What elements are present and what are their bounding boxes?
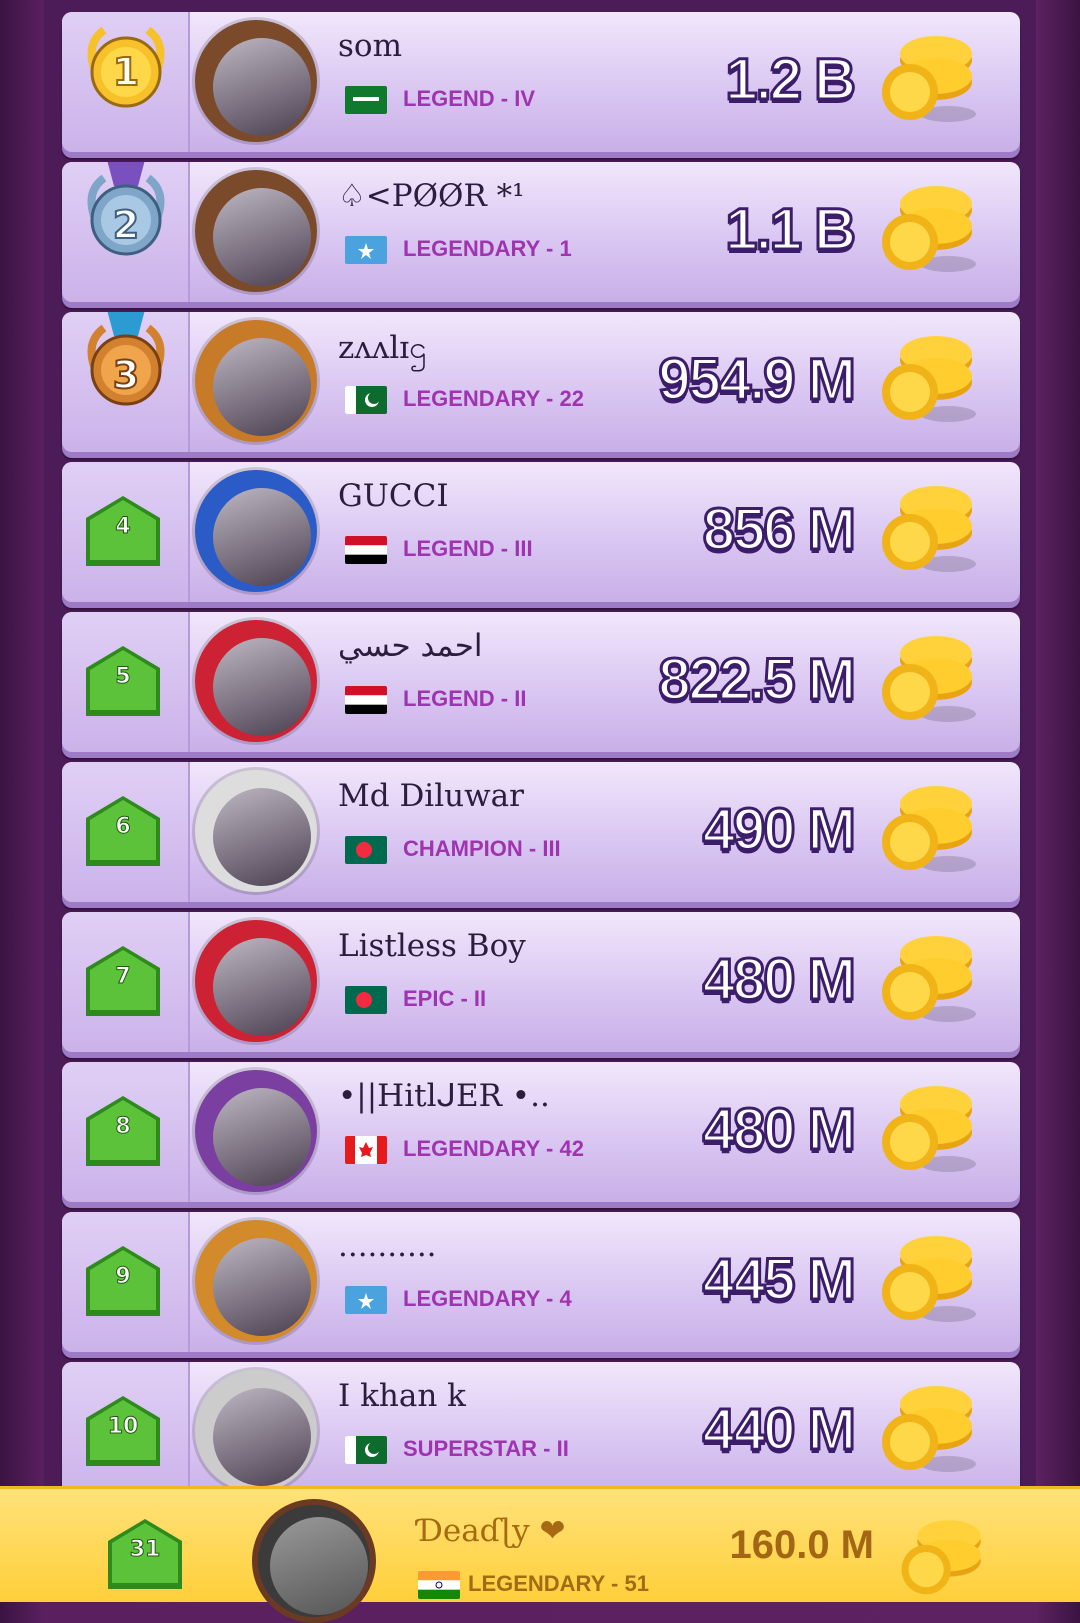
coin-stack-icon [882, 1386, 976, 1472]
flag-icon [345, 1286, 387, 1314]
coin-stack-icon [882, 1236, 976, 1322]
player-name: Md Diluwar [338, 778, 524, 814]
score-value: 1.2 B [724, 46, 858, 114]
player-name: Listless Boy [338, 928, 526, 964]
rank-column: 1 [62, 12, 190, 152]
tier-label: LEGEND - III [403, 536, 533, 561]
player-name: I khan k [338, 1378, 466, 1414]
rank-number: 9 [115, 1264, 131, 1290]
rank-column: 7 [62, 912, 190, 1052]
tier-label: LEGENDARY - 42 [403, 1136, 584, 1161]
rank-number: 4 [115, 514, 131, 540]
coin-stack-icon [882, 336, 976, 422]
my-score: 160.0 M [729, 1523, 874, 1567]
table-row[interactable]: 8 •||HitlᒍER •.. LEGENDARY - 42 480 M [62, 1062, 1020, 1202]
score-value: 954.9 M [657, 346, 858, 414]
avatar[interactable] [195, 320, 317, 442]
rank-column: 9 [62, 1212, 190, 1352]
flag-icon [345, 686, 387, 714]
score-value: 1.1 B [724, 196, 858, 264]
coin-stack-icon [882, 636, 976, 722]
rank-number: 1 [112, 49, 140, 95]
rank-number: 3 [112, 352, 140, 398]
flag-icon [345, 1136, 387, 1164]
rank-column: 10 [62, 1362, 190, 1502]
player-name: .......... [338, 1228, 437, 1264]
avatar[interactable] [195, 1220, 317, 1342]
avatar[interactable] [195, 1070, 317, 1192]
table-row[interactable]: 10 I khan k SUPERSTAR - II 440 M [62, 1362, 1020, 1502]
tier-label: SUPERSTAR - II [403, 1436, 569, 1461]
score-value: 440 M [701, 1396, 857, 1464]
coin-stack-icon [882, 936, 976, 1022]
tier-label: LEGEND - II [403, 686, 527, 711]
my-rank-number: 31 [129, 1537, 161, 1563]
avatar[interactable] [195, 920, 317, 1042]
coin-stack-icon [882, 186, 976, 272]
rank-column: 3 [62, 312, 190, 452]
score-value: 822.5 M [657, 646, 858, 714]
table-row[interactable]: 1 som LEGEND - IV 1.2 B [62, 12, 1020, 152]
tier-label: CHAMPION - III [403, 836, 561, 861]
rank-column: 8 [62, 1062, 190, 1202]
rank-number: 5 [115, 664, 131, 690]
player-name: •||HitlᒍER •.. [338, 1078, 550, 1114]
avatar[interactable] [195, 20, 317, 142]
rank-column: 4 [62, 462, 190, 602]
tier-label: LEGEND - IV [403, 86, 536, 111]
avatar[interactable] [252, 1499, 376, 1623]
table-row[interactable]: 3 zʌʌlɪဌ LEGENDARY - 22 954.9 M [62, 312, 1020, 452]
table-row[interactable]: 5 احمد حسي LEGEND - II 822.5 M [62, 612, 1020, 752]
coin-stack-icon [882, 786, 976, 872]
coin-stack-icon [901, 1520, 981, 1595]
table-row[interactable]: 4 GUCCI LEGEND - III 856 M [62, 462, 1020, 602]
flag-icon [345, 836, 387, 864]
avatar[interactable] [195, 470, 317, 592]
player-name: zʌʌlɪဌ [338, 330, 427, 366]
score-value: 856 M [701, 496, 857, 564]
coin-stack-icon [882, 486, 976, 572]
flag-icon [345, 386, 387, 414]
flag-icon [345, 236, 387, 264]
avatar[interactable] [195, 770, 317, 892]
table-row[interactable]: 2 ♤<PØØR *¹ LEGENDARY - 1 1.1 B [62, 162, 1020, 302]
player-name: som [338, 28, 402, 64]
score-value: 445 M [701, 1246, 857, 1314]
flag-india-icon [418, 1571, 460, 1599]
player-name: احمد حسي [338, 628, 483, 664]
rank-column: 5 [62, 612, 190, 752]
table-row[interactable]: 7 Listless Boy EPIC - II 480 M [62, 912, 1020, 1052]
tier-label: LEGENDARY - 1 [403, 236, 572, 261]
flag-icon [345, 986, 387, 1014]
rank-number: 6 [115, 814, 131, 840]
rank-number: 8 [115, 1114, 131, 1140]
flag-icon [345, 86, 387, 114]
rank-number: 7 [115, 964, 131, 990]
my-tier-label: LEGENDARY - 51 [468, 1571, 649, 1596]
score-value: 480 M [701, 1096, 857, 1164]
my-player-name: Ɗeaɗɭy ❤ [418, 1513, 566, 1549]
my-rank-bar[interactable]: 31 Ɗeaɗɭy ❤ LEGENDARY - 51 160.0 M [0, 1486, 1080, 1623]
avatar[interactable] [195, 170, 317, 292]
rank-column: 6 [62, 762, 190, 902]
score-value: 490 M [701, 796, 857, 864]
coin-stack-icon [882, 36, 976, 122]
coin-stack-icon [882, 1086, 976, 1172]
table-row[interactable]: 9 .......... LEGENDARY - 4 445 M [62, 1212, 1020, 1352]
flag-icon [345, 1436, 387, 1464]
rank-number: 2 [112, 202, 140, 248]
tier-label: LEGENDARY - 22 [403, 386, 584, 411]
rank-column: 2 [62, 162, 190, 302]
rank-number: 10 [107, 1414, 139, 1440]
player-name: ♤<PØØR *¹ [338, 178, 525, 214]
tier-label: LEGENDARY - 4 [403, 1286, 572, 1311]
score-value: 480 M [701, 946, 857, 1014]
avatar[interactable] [195, 620, 317, 742]
flag-icon [345, 536, 387, 564]
avatar[interactable] [195, 1370, 317, 1492]
player-name: GUCCI [338, 478, 449, 514]
table-row[interactable]: 6 Md Diluwar CHAMPION - III 490 M [62, 762, 1020, 902]
tier-label: EPIC - II [403, 986, 487, 1011]
